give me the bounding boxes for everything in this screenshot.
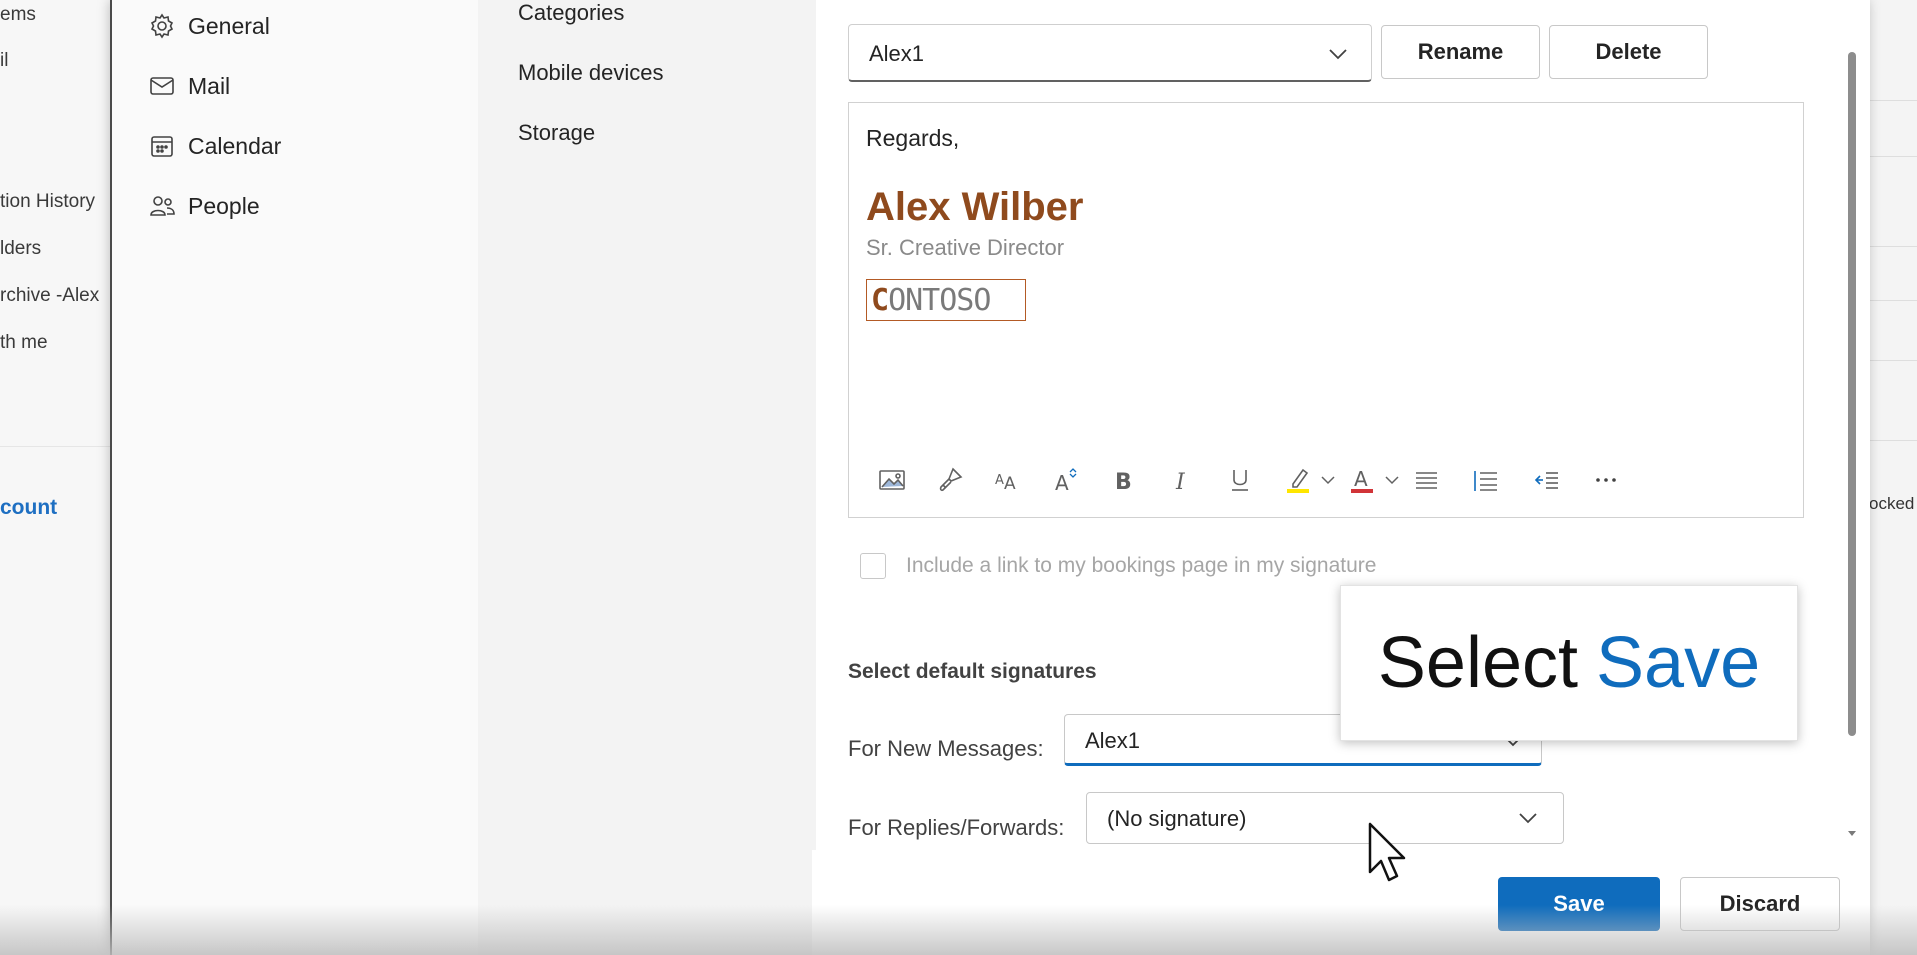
signature-editor[interactable]: Regards, Alex Wilber Sr. Creative Direct… xyxy=(848,102,1804,518)
bg-divider xyxy=(1869,440,1917,441)
highlight-button[interactable] xyxy=(1281,458,1315,502)
callout-highlight: Save xyxy=(1596,623,1761,703)
bg-partial-text: ocked xyxy=(1869,494,1915,513)
delete-button[interactable]: Delete xyxy=(1549,25,1708,79)
underline-button[interactable] xyxy=(1223,458,1257,502)
bg-nav-item: lders xyxy=(0,238,42,259)
font-color-dropdown-button[interactable] xyxy=(1383,458,1401,502)
font-color-button[interactable]: A xyxy=(1345,458,1379,502)
format-painter-icon xyxy=(939,467,963,492)
change-case-icon: A xyxy=(1055,468,1077,495)
bullets-button[interactable] xyxy=(1409,458,1443,502)
nav-item-mail[interactable]: Mail xyxy=(148,72,230,100)
nav-item-categories[interactable]: Categories xyxy=(518,0,624,26)
nav-item-people[interactable]: People xyxy=(148,192,260,220)
bookings-link-option: Include a link to my bookings page in my… xyxy=(860,553,1376,579)
svg-text:A: A xyxy=(1055,471,1069,495)
rename-button[interactable]: Rename xyxy=(1381,25,1540,79)
bg-divider xyxy=(1869,246,1917,247)
bullets-icon xyxy=(1416,472,1437,489)
logo-rest: ONTOSO xyxy=(888,282,991,318)
svg-text:I: I xyxy=(1175,470,1186,495)
discard-button[interactable]: Discard xyxy=(1680,877,1840,931)
nav-item-label: Calendar xyxy=(188,132,282,159)
font-size-button[interactable]: A A xyxy=(991,458,1025,502)
svg-text:A: A xyxy=(1354,467,1368,491)
format-painter-button[interactable] xyxy=(933,458,967,502)
italic-button[interactable]: I xyxy=(1165,458,1199,502)
decrease-indent-button[interactable] xyxy=(1529,458,1563,502)
calendar-icon xyxy=(151,136,173,157)
nav-item-label: General xyxy=(188,12,270,39)
underline-icon xyxy=(1232,470,1248,491)
svg-text:A: A xyxy=(995,473,1004,488)
bg-divider xyxy=(0,446,110,447)
change-case-button[interactable]: A xyxy=(1049,458,1083,502)
signature-name-select[interactable]: Alex1 xyxy=(848,24,1372,82)
contoso-logo: C ONTOSO xyxy=(866,279,1026,321)
nav-item-label: People xyxy=(188,192,260,219)
bold-button[interactable]: B xyxy=(1107,458,1141,502)
signature-select-value: Alex1 xyxy=(869,41,925,66)
numbering-button[interactable] xyxy=(1469,458,1503,502)
bold-icon: B xyxy=(1115,470,1132,495)
replies-forwards-value: (No signature) xyxy=(1107,806,1247,831)
italic-icon: I xyxy=(1175,470,1186,495)
scroll-down-arrow-icon[interactable] xyxy=(1845,826,1859,840)
nav-item-storage[interactable]: Storage xyxy=(518,120,595,146)
logo-first-letter: C xyxy=(871,282,889,318)
callout-prefix: Select xyxy=(1377,623,1578,703)
people-icon xyxy=(150,196,175,216)
new-messages-value: Alex1 xyxy=(1085,728,1141,753)
bookings-link-checkbox[interactable] xyxy=(860,553,886,579)
numbering-icon xyxy=(1474,471,1497,491)
nav-item-calendar[interactable]: Calendar xyxy=(148,132,281,160)
bg-nav-item: th me xyxy=(0,332,48,353)
font-color-icon: A xyxy=(1351,467,1373,493)
more-options-button[interactable] xyxy=(1589,458,1623,502)
bg-nav-item: rchive -Alex xyxy=(0,285,100,306)
bg-nav-item: tion History xyxy=(0,191,96,212)
background-app-right: ocked xyxy=(1868,0,1917,955)
bg-nav-item: il xyxy=(0,50,9,71)
mouse-cursor-icon xyxy=(1368,822,1406,882)
decrease-indent-icon xyxy=(1534,472,1558,489)
nav-item-general[interactable]: General xyxy=(148,12,270,40)
bg-divider xyxy=(1869,100,1917,101)
nav-item-label: Mail xyxy=(188,72,231,99)
chevron-down-icon xyxy=(1519,813,1537,824)
format-toolbar: A A A B I A xyxy=(849,458,1803,502)
highlight-dropdown-button[interactable] xyxy=(1319,458,1337,502)
mail-icon xyxy=(150,77,174,95)
background-app-left: ems il tion History lders rchive -Alex t… xyxy=(0,0,110,955)
signature-name-text: Alex Wilber xyxy=(866,185,1084,229)
svg-text:A: A xyxy=(1004,474,1016,494)
gear-icon xyxy=(150,13,174,39)
content-scrollbar[interactable] xyxy=(1848,52,1856,736)
font-size-icon: A A xyxy=(995,473,1016,494)
save-button[interactable]: Save xyxy=(1498,877,1660,931)
new-messages-label: For New Messages: xyxy=(848,736,1044,761)
nav-item-mobile-devices[interactable]: Mobile devices xyxy=(518,60,664,86)
svg-text:B: B xyxy=(1115,470,1132,495)
replies-forwards-signature-select[interactable]: (No signature) xyxy=(1086,792,1564,844)
bg-divider xyxy=(1869,300,1917,301)
signature-greeting: Regards, xyxy=(866,125,960,151)
bg-divider xyxy=(1869,156,1917,157)
bg-account-link: count xyxy=(0,496,58,519)
replies-forwards-label: For Replies/Forwards: xyxy=(848,815,1065,840)
bookings-link-label: Include a link to my bookings page in my… xyxy=(906,554,1377,577)
signature-title-text: Sr. Creative Director xyxy=(866,235,1065,260)
more-options-icon xyxy=(1596,478,1616,482)
chevron-down-icon xyxy=(1385,476,1399,485)
chevron-down-icon xyxy=(1329,49,1347,60)
insert-image-button[interactable] xyxy=(875,458,909,502)
highlight-icon xyxy=(1287,468,1309,493)
chevron-down-icon xyxy=(1321,476,1335,485)
insert-image-icon xyxy=(879,470,905,490)
bg-divider xyxy=(1869,360,1917,361)
default-signatures-heading: Select default signatures xyxy=(848,660,1097,683)
bg-nav-item: ems xyxy=(0,4,36,25)
tutorial-callout: Select Save xyxy=(1340,585,1798,741)
